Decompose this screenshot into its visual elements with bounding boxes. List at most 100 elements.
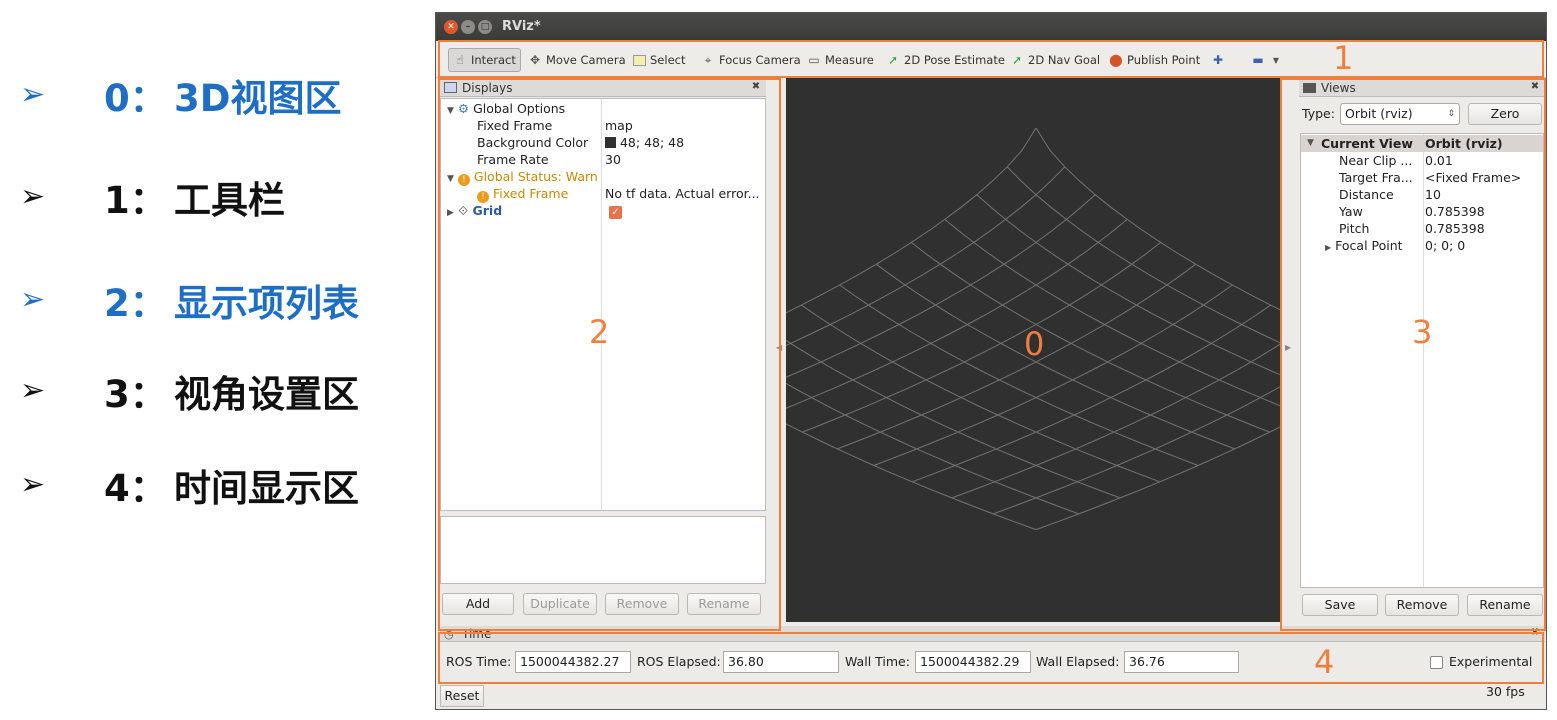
- focus-camera-tool[interactable]: ⌖ Focus Camera: [701, 48, 801, 72]
- zero-button[interactable]: Zero: [1468, 103, 1542, 125]
- bullet-text: 时间显示区: [174, 467, 359, 510]
- minimize-window-icon[interactable]: –: [461, 20, 475, 34]
- tree-value[interactable]: <Fixed Frame>: [1425, 169, 1521, 186]
- remove-view-button[interactable]: Remove: [1385, 594, 1459, 616]
- views-tree: ▼ Current View Orbit (rviz) Near Clip ..…: [1300, 133, 1544, 588]
- experimental-checkbox[interactable]: [1430, 656, 1443, 669]
- ruler-icon: ▭: [808, 53, 820, 67]
- reset-button[interactable]: Reset: [440, 685, 484, 707]
- close-icon[interactable]: ✖: [750, 81, 762, 93]
- tree-value[interactable]: 0.01: [1425, 152, 1453, 169]
- select-icon: [633, 54, 646, 66]
- tree-label: Pitch: [1339, 221, 1370, 236]
- pose-estimate-tool[interactable]: ➚ 2D Pose Estimate: [886, 48, 1005, 72]
- expand-arrow-icon[interactable]: ▶: [447, 208, 454, 218]
- remove-tool-button[interactable]: ▬ ▼: [1251, 48, 1283, 72]
- displays-header: Displays ✖: [440, 79, 766, 97]
- panel-title: Displays: [462, 81, 513, 95]
- grid-line: [976, 194, 1280, 376]
- camera-icon: [1303, 83, 1316, 93]
- save-view-button[interactable]: Save: [1302, 594, 1378, 616]
- tree-value[interactable]: 0; 0; 0: [1425, 237, 1465, 254]
- current-view-row[interactable]: ▼ Current View Orbit (rviz): [1301, 135, 1543, 152]
- color-swatch: [605, 137, 616, 148]
- experimental-label: Experimental: [1449, 654, 1533, 669]
- arrow-icon: ➢: [20, 467, 46, 502]
- tree-row-global-status[interactable]: ▼ ! Global Status: Warn: [447, 168, 598, 186]
- tree-label: Target Fra...: [1339, 170, 1413, 185]
- bullet-number: 4：: [104, 467, 167, 510]
- tree-value[interactable]: 0.785398: [1425, 220, 1485, 237]
- rename-display-button[interactable]: Rename: [687, 593, 761, 615]
- maximize-window-icon[interactable]: □: [478, 20, 492, 34]
- duplicate-display-button[interactable]: Duplicate: [523, 593, 597, 615]
- measure-tool[interactable]: ▭ Measure: [807, 48, 874, 72]
- panel-title: Time: [462, 627, 492, 641]
- tree-label: Background Color: [477, 135, 589, 150]
- add-display-button[interactable]: Add: [442, 593, 514, 615]
- annotation-number: 3: [1412, 313, 1433, 351]
- bullet-item: ➢ 2： 显示项列表: [20, 275, 359, 325]
- tree-value[interactable]: 0.785398: [1425, 203, 1485, 220]
- move-camera-tool[interactable]: ✥ Move Camera: [528, 48, 626, 72]
- grid-enabled-checkbox[interactable]: ✓: [609, 202, 622, 219]
- wall-elapsed-label: Wall Elapsed:: [1036, 654, 1120, 669]
- focal-point-row[interactable]: ▶ Focal Point: [1325, 237, 1403, 254]
- interact-tool[interactable]: ☝ Interact: [448, 48, 521, 72]
- view-type-select[interactable]: Orbit (rviz) ⇕: [1340, 103, 1460, 125]
- column-divider: [601, 99, 602, 510]
- tree-row-status-fixed-frame[interactable]: ! Fixed Frame: [477, 185, 568, 203]
- tree-row-global-options[interactable]: ▼ ⚙ Global Options: [447, 100, 565, 117]
- close-icon[interactable]: ✖: [1529, 627, 1541, 639]
- publish-point-tool[interactable]: ⬤ Publish Point: [1109, 48, 1200, 72]
- color-value: 48; 48; 48: [619, 135, 685, 150]
- tree-label: Yaw: [1339, 204, 1363, 219]
- tree-value[interactable]: map: [605, 117, 633, 134]
- arrow-icon: ➢: [20, 373, 46, 408]
- arrow-icon: ➢: [20, 282, 46, 317]
- close-icon[interactable]: ✖: [1529, 81, 1541, 93]
- wall-time-label: Wall Time:: [845, 654, 910, 669]
- annotation-number: 4: [1314, 643, 1335, 681]
- tree-value[interactable]: 48; 48; 48: [605, 134, 684, 151]
- fps-readout: 30 fps: [1486, 684, 1525, 699]
- tree-row-grid[interactable]: ▶ ⟐ Grid: [447, 202, 502, 219]
- chevron-down-icon: ⇕: [1447, 109, 1455, 119]
- tree-value[interactable]: 10: [1425, 186, 1441, 203]
- grid-icon: ⟐: [458, 203, 469, 218]
- plus-icon: ✚: [1212, 53, 1224, 67]
- tool-label: 2D Pose Estimate: [904, 53, 1005, 67]
- expand-arrow-icon[interactable]: ▼: [447, 174, 454, 184]
- add-tool-button[interactable]: ✚: [1211, 48, 1225, 72]
- ros-time-field[interactable]: 1500044382.27: [515, 651, 631, 673]
- tree-label: Global Options: [473, 101, 566, 116]
- tree-label: Current View: [1321, 136, 1413, 151]
- nav-goal-tool[interactable]: ➚ 2D Nav Goal: [1010, 48, 1100, 72]
- minus-icon: ▬: [1252, 53, 1264, 67]
- expand-arrow-icon[interactable]: ▼: [447, 106, 454, 116]
- display-description-box: [440, 516, 766, 584]
- expand-arrow-icon[interactable]: ▶: [1325, 243, 1331, 252]
- map-pin-icon: ⬤: [1109, 53, 1123, 67]
- annotation-number: 2: [589, 313, 610, 351]
- expand-arrow-icon[interactable]: ▼: [1307, 135, 1314, 152]
- rename-view-button[interactable]: Rename: [1467, 594, 1543, 616]
- tool-label: Publish Point: [1127, 53, 1201, 67]
- column-divider: [1423, 134, 1424, 587]
- bullet-number: 3：: [104, 373, 167, 416]
- rviz-window: ✕ – □ RViz* ☝ Interact ✥ Move Camera Sel…: [435, 12, 1547, 710]
- select-tool[interactable]: Select: [633, 48, 685, 72]
- splitter-left-arrow-icon[interactable]: ◀: [776, 343, 782, 352]
- grid-line: [1006, 166, 1280, 344]
- close-window-icon[interactable]: ✕: [444, 20, 458, 34]
- hand-icon: ☝: [456, 53, 464, 67]
- monitor-icon: [444, 82, 457, 93]
- ros-elapsed-field[interactable]: 36.80: [723, 651, 839, 673]
- splitter-right-arrow-icon[interactable]: ▶: [1285, 343, 1291, 352]
- wall-elapsed-field[interactable]: 36.76: [1124, 651, 1239, 673]
- tree-value[interactable]: 30: [605, 151, 621, 168]
- wall-time-field[interactable]: 1500044382.29: [915, 651, 1031, 673]
- remove-display-button[interactable]: Remove: [605, 593, 679, 615]
- view-type-label: Type:: [1302, 106, 1335, 121]
- move-camera-icon: ✥: [529, 53, 541, 67]
